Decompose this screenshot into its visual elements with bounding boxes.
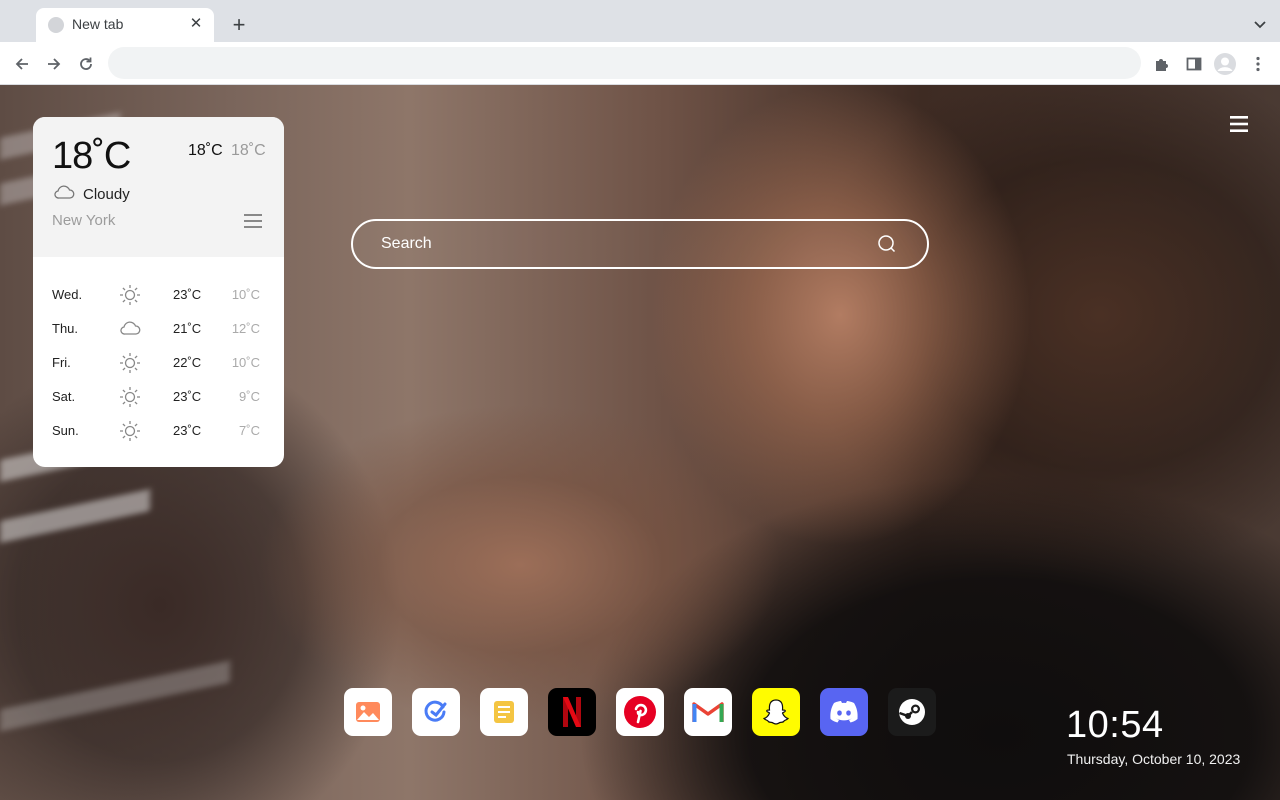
sun-icon	[120, 353, 140, 373]
discord-icon	[830, 701, 858, 723]
background-blind	[0, 660, 230, 732]
tab-new-tab[interactable]: New tab ✕	[36, 8, 214, 42]
tab-strip: New tab ✕ +	[0, 0, 1280, 42]
background-blind	[0, 489, 150, 543]
kebab-menu-icon	[1256, 56, 1260, 72]
hamburger-menu-icon[interactable]	[1230, 116, 1248, 132]
weather-current: 18˚C 18˚C 18˚C Cloudy New York	[33, 117, 284, 257]
forecast-row: Wed. 23˚C 10˚C	[33, 285, 284, 319]
snapchat-icon	[763, 699, 789, 725]
forecast-low: 12˚C	[231, 321, 260, 336]
forecast-low: 10˚C	[231, 287, 260, 302]
address-bar[interactable]	[108, 47, 1141, 79]
new-tab-button[interactable]: +	[226, 12, 252, 38]
forecast-day: Thu.	[52, 321, 79, 336]
gmail-icon	[692, 702, 724, 722]
forecast-low: 7˚C	[239, 423, 260, 438]
extensions-button[interactable]	[1150, 52, 1174, 76]
forecast-row: Sun. 23˚C 7˚C	[33, 421, 284, 455]
check-circle-icon	[424, 700, 447, 722]
tab-close-button[interactable]: ✕	[186, 14, 206, 34]
search-box	[351, 219, 929, 269]
menu-button[interactable]	[1246, 52, 1270, 76]
tab-title: New tab	[72, 16, 124, 32]
forecast-day: Fri.	[52, 355, 71, 370]
reload-button[interactable]	[74, 52, 98, 76]
photos-app-button[interactable]	[344, 688, 392, 736]
snapchat-app-button[interactable]	[752, 688, 800, 736]
clock-date: Thursday, October 10, 2023	[1067, 751, 1241, 767]
forecast-low: 10˚C	[231, 355, 260, 370]
today-low: 18˚C	[231, 142, 266, 159]
new-tab-page: 18˚C 18˚C 18˚C Cloudy New York Wed. 23˚C…	[0, 85, 1280, 800]
forecast-low: 9˚C	[239, 389, 260, 404]
forecast-day: Sat.	[52, 389, 76, 404]
forecast-day: Sun.	[52, 423, 79, 438]
sun-icon	[120, 285, 140, 305]
notes-app-button[interactable]	[480, 688, 528, 736]
forecast-high: 23˚C	[173, 287, 202, 302]
netflix-icon	[563, 697, 581, 727]
weather-city: New York	[52, 212, 116, 229]
forecast-high: 21˚C	[173, 321, 202, 336]
browser-toolbar	[0, 42, 1280, 85]
search-input[interactable]	[381, 221, 861, 267]
avatar-icon	[1214, 53, 1236, 75]
discord-app-button[interactable]	[820, 688, 868, 736]
search-icon[interactable]	[877, 234, 897, 254]
forecast-row: Sat. 23˚C 9˚C	[33, 387, 284, 421]
image-icon	[356, 702, 380, 722]
side-panel-button[interactable]	[1182, 52, 1206, 76]
tab-favicon-icon	[48, 17, 64, 33]
forecast-row: Thu. 21˚C 12˚C	[33, 319, 284, 353]
forecast-high: 23˚C	[173, 423, 202, 438]
back-arrow-icon	[15, 58, 28, 70]
gmail-app-button[interactable]	[684, 688, 732, 736]
steam-icon	[899, 699, 925, 725]
forward-arrow-icon	[48, 58, 61, 70]
puzzle-icon	[1156, 59, 1168, 71]
forecast-high: 23˚C	[173, 389, 202, 404]
current-temperature: 18˚C	[52, 135, 131, 177]
sun-icon	[120, 387, 140, 407]
note-icon	[494, 701, 514, 723]
tab-search-chevron-icon[interactable]	[1250, 14, 1270, 34]
forecast-day: Wed.	[52, 287, 83, 302]
today-high: 18˚C	[188, 142, 223, 159]
cloud-icon	[54, 185, 75, 199]
forward-button[interactable]	[42, 52, 66, 76]
steam-app-button[interactable]	[888, 688, 936, 736]
forecast-list: Wed. 23˚C 10˚C Thu. 21˚C 12˚C Fri. 22˚C …	[33, 257, 284, 455]
weather-condition: Cloudy	[83, 186, 130, 203]
netflix-app-button[interactable]	[548, 688, 596, 736]
weather-menu-icon[interactable]	[244, 213, 262, 229]
pinterest-app-button[interactable]	[616, 688, 664, 736]
tasks-app-button[interactable]	[412, 688, 460, 736]
forecast-row: Fri. 22˚C 10˚C	[33, 353, 284, 387]
app-dock	[344, 688, 936, 736]
side-panel-icon	[1186, 57, 1202, 71]
profile-button[interactable]	[1213, 52, 1237, 76]
sun-icon	[120, 421, 140, 441]
cloud-icon	[120, 321, 141, 335]
forecast-high: 22˚C	[173, 355, 202, 370]
reload-icon	[80, 57, 92, 70]
pinterest-icon	[624, 696, 656, 728]
back-button[interactable]	[10, 52, 34, 76]
clock-time: 10:54	[1066, 704, 1164, 746]
weather-widget: 18˚C 18˚C 18˚C Cloudy New York Wed. 23˚C…	[33, 117, 284, 467]
